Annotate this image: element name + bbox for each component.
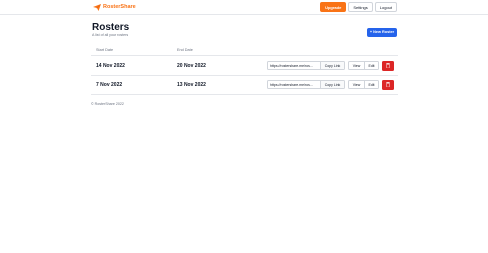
settings-button[interactable]: Settings [348, 2, 373, 12]
brand-name: RosterShare [103, 4, 136, 10]
rosters-table: Start Date End Date 14 Nov 2022 20 Nov 2… [91, 44, 398, 96]
logout-button[interactable]: Logout [374, 2, 397, 12]
upgrade-button[interactable]: Upgrade [320, 2, 347, 12]
column-header-end-date: End Date [177, 48, 193, 52]
footer-copyright: © RosterShare 2022 [91, 102, 124, 106]
edit-button[interactable]: Edit [365, 80, 379, 89]
end-date-cell: 13 Nov 2022 [177, 82, 206, 88]
table-row: 7 Nov 2022 13 Nov 2022 https://rostersha… [91, 76, 398, 95]
column-header-start-date: Start Date [96, 48, 114, 52]
paper-plane-icon [93, 4, 101, 11]
end-date-cell: 20 Nov 2022 [177, 63, 206, 69]
page-title: Rosters [92, 22, 130, 33]
row-actions: https://rostershare.me/ros... Copy Link … [267, 79, 394, 90]
brand-logo[interactable]: RosterShare [93, 4, 136, 11]
delete-button[interactable] [382, 79, 394, 90]
trash-icon [386, 82, 390, 87]
view-button[interactable]: View [348, 61, 365, 70]
delete-button[interactable] [382, 60, 394, 71]
top-navigation-bar: RosterShare Upgrade Settings Logout [0, 0, 488, 15]
trash-icon [386, 63, 390, 68]
start-date-cell: 7 Nov 2022 [96, 82, 123, 88]
copy-link-button[interactable]: Copy Link [321, 61, 345, 70]
table-header: Start Date End Date [91, 44, 398, 56]
copy-link-button[interactable]: Copy Link [321, 80, 345, 89]
table-row: 14 Nov 2022 20 Nov 2022 https://rostersh… [91, 57, 398, 76]
edit-button[interactable]: Edit [365, 61, 379, 70]
share-link-field[interactable]: https://rostershare.me/ros... [267, 80, 321, 89]
row-actions: https://rostershare.me/ros... Copy Link … [267, 60, 394, 71]
start-date-cell: 14 Nov 2022 [96, 63, 125, 69]
share-link-field[interactable]: https://rostershare.me/ros... [267, 61, 321, 70]
new-roster-button[interactable]: + New Roster [367, 28, 397, 37]
page-subtitle: A list of all your rosters [92, 33, 129, 37]
view-button[interactable]: View [348, 80, 365, 89]
header-actions: Upgrade Settings Logout [320, 2, 397, 12]
